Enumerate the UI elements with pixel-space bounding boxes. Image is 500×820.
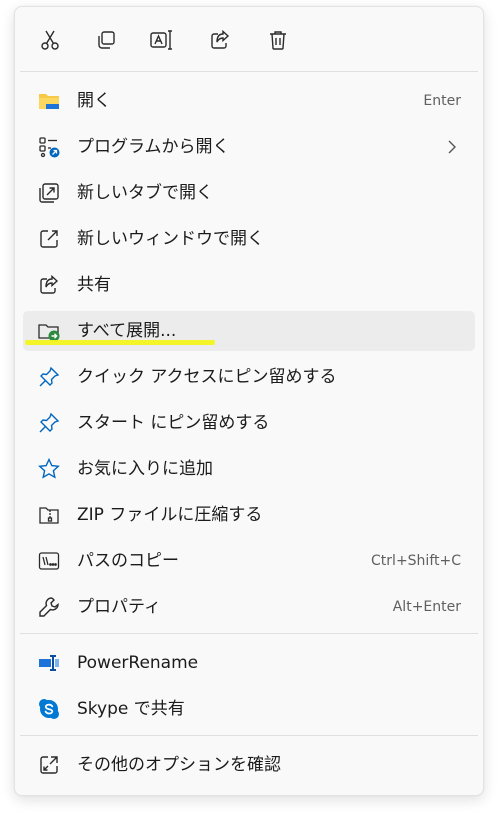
- menu-item-label: パスのコピー: [77, 551, 179, 571]
- share-icon: [208, 28, 232, 52]
- menu-item-copy-path[interactable]: パスのコピー Ctrl+Shift+C: [23, 541, 475, 581]
- zip-icon: [37, 503, 61, 527]
- context-menu: 開く Enter プログラムから開く 新しいタブで開く 新しいウィンドウで開く …: [14, 6, 484, 796]
- pin-icon: [37, 411, 61, 435]
- rename-button[interactable]: [145, 23, 179, 57]
- menu-item-add-favorites[interactable]: お気に入りに追加: [23, 449, 475, 489]
- menu-item-label: お気に入りに追加: [77, 459, 213, 479]
- menu-item-label: クイック アクセスにピン留めする: [77, 367, 337, 387]
- menu-item-label: 開く: [77, 91, 111, 111]
- star-icon: [37, 457, 61, 481]
- menu-item-label: スタート にピン留めする: [77, 413, 270, 433]
- separator: [20, 735, 478, 736]
- open-with-icon: [37, 135, 61, 159]
- cut-button[interactable]: [33, 23, 67, 57]
- copy-button[interactable]: [89, 23, 123, 57]
- cut-icon: [38, 28, 62, 52]
- shortcut-text: Ctrl+Shift+C: [371, 553, 461, 569]
- separator: [20, 633, 478, 634]
- menu-item-label: 新しいタブで開く: [77, 183, 213, 203]
- menu-item-label: ZIP ファイルに圧縮する: [77, 505, 263, 525]
- menu-item-open-new-window[interactable]: 新しいウィンドウで開く: [23, 219, 475, 259]
- menu-item-share-skype[interactable]: Skype で共有: [23, 689, 475, 729]
- delete-button[interactable]: [261, 23, 295, 57]
- rename-icon: [149, 28, 175, 52]
- separator: [20, 71, 478, 72]
- menu-item-label: 共有: [77, 275, 111, 295]
- menu-item-label: Skype で共有: [77, 699, 185, 719]
- highlight-marker: [25, 340, 215, 345]
- share-icon: [37, 273, 61, 297]
- powerrename-icon: [37, 651, 61, 675]
- new-window-icon: [37, 227, 61, 251]
- new-tab-icon: [37, 181, 61, 205]
- menu-toolbar: [15, 7, 483, 71]
- menu-item-label: プログラムから開く: [77, 137, 230, 157]
- shortcut-text: Enter: [423, 93, 461, 109]
- menu-item-open-new-tab[interactable]: 新しいタブで開く: [23, 173, 475, 213]
- menu-item-label: 新しいウィンドウで開く: [77, 229, 264, 249]
- menu-item-extract-all[interactable]: すべて展開...: [23, 311, 475, 351]
- wrench-icon: [37, 595, 61, 619]
- menu-item-label: すべて展開...: [77, 321, 177, 341]
- menu-item-share[interactable]: 共有: [23, 265, 475, 305]
- menu-item-open-with[interactable]: プログラムから開く: [23, 127, 475, 167]
- copy-icon: [94, 28, 118, 52]
- pin-icon: [37, 365, 61, 389]
- shortcut-text: Alt+Enter: [392, 599, 461, 615]
- menu-item-pin-start[interactable]: スタート にピン留めする: [23, 403, 475, 443]
- menu-item-properties[interactable]: プロパティ Alt+Enter: [23, 587, 475, 627]
- menu-item-label: プロパティ: [77, 597, 161, 617]
- skype-icon: [37, 697, 61, 721]
- menu-item-more-options[interactable]: その他のオプションを確認: [23, 745, 475, 785]
- share-button[interactable]: [203, 23, 237, 57]
- menu-item-compress-zip[interactable]: ZIP ファイルに圧縮する: [23, 495, 475, 535]
- copy-path-icon: [37, 549, 61, 573]
- menu-item-label: PowerRename: [77, 653, 199, 673]
- delete-icon: [266, 28, 290, 52]
- menu-item-open[interactable]: 開く Enter: [23, 81, 475, 121]
- menu-item-powerrename[interactable]: PowerRename: [23, 643, 475, 683]
- more-options-icon: [37, 753, 61, 777]
- menu-item-pin-quick-access[interactable]: クイック アクセスにピン留めする: [23, 357, 475, 397]
- chevron-right-icon: [445, 138, 459, 156]
- folder-icon: [37, 89, 61, 113]
- menu-item-label: その他のオプションを確認: [77, 755, 281, 775]
